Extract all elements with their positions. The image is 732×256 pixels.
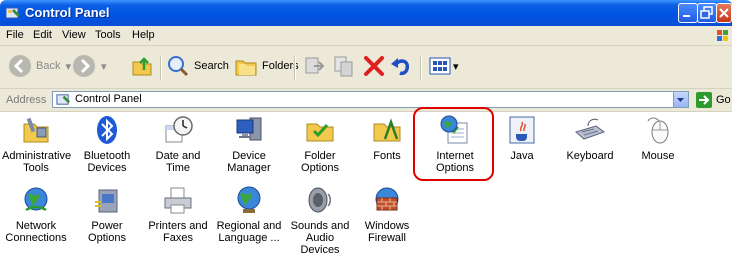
- folders-icon: [235, 60, 257, 76]
- item-mouse[interactable]: Mouse: [624, 114, 692, 162]
- back-dropdown-icon: ▾: [65, 60, 71, 73]
- delete-button[interactable]: [362, 54, 386, 78]
- item-label: Regional and Language ...: [216, 220, 282, 244]
- network-connections-icon: [24, 187, 48, 212]
- item-bluetooth-devices[interactable]: Bluetooth Devices: [73, 114, 141, 174]
- item-device-manager[interactable]: Device Manager: [215, 114, 283, 174]
- close-icon: [719, 8, 729, 18]
- menu-help[interactable]: Help: [132, 29, 155, 41]
- administrative-tools-icon: [23, 117, 49, 143]
- address-label: Address: [6, 94, 47, 106]
- back-label: Back: [36, 60, 61, 72]
- item-label: Network Connections: [5, 220, 67, 244]
- search-button[interactable]: Search: [166, 54, 229, 78]
- close-button[interactable]: [716, 3, 732, 23]
- views-dropdown-icon: ▾: [453, 60, 459, 73]
- folder-options-icon: [306, 123, 334, 142]
- item-sounds-and-audio-devices[interactable]: Sounds and Audio Devices: [286, 184, 354, 256]
- chevron-down-icon: [677, 98, 684, 102]
- folders-button[interactable]: Folders: [234, 54, 299, 78]
- item-label: Java: [510, 150, 534, 162]
- restore-icon: [700, 6, 713, 19]
- search-label: Search: [194, 60, 229, 72]
- regional-language-icon: [237, 186, 261, 213]
- item-label: Windows Firewall: [364, 220, 410, 244]
- item-label: Sounds and Audio Devices: [290, 220, 350, 256]
- windows-logo-icon: [717, 30, 728, 41]
- undo-button[interactable]: [388, 54, 412, 78]
- item-label: Printers and Faxes: [148, 220, 208, 244]
- item-printers-and-faxes[interactable]: Printers and Faxes: [144, 184, 212, 244]
- item-label: Mouse: [641, 150, 675, 162]
- up-folder-button[interactable]: [130, 54, 154, 78]
- java-icon: [509, 116, 535, 144]
- control-panel-small-icon: [56, 94, 71, 105]
- item-label: Date and Time: [155, 150, 201, 174]
- minimize-button[interactable]: [678, 3, 698, 23]
- move-to-icon: [305, 57, 325, 74]
- copy-to-button[interactable]: [332, 54, 356, 78]
- windows-firewall-icon: [375, 187, 399, 211]
- views-button[interactable]: ▾: [428, 54, 459, 78]
- toolbar: Back ▾ ▾ Search Folders ▾: [0, 46, 732, 89]
- address-field[interactable]: Control Panel: [52, 91, 689, 108]
- power-options-icon: [95, 189, 118, 213]
- address-value: Control Panel: [75, 93, 142, 105]
- item-label: Device Manager: [227, 150, 271, 174]
- fonts-icon: [373, 118, 401, 142]
- menu-file[interactable]: File: [6, 29, 24, 41]
- copy-to-icon: [334, 56, 353, 77]
- item-administrative-tools[interactable]: Administrative Tools: [2, 114, 72, 174]
- item-power-options[interactable]: Power Options: [73, 184, 141, 244]
- item-keyboard[interactable]: Keyboard: [556, 114, 624, 162]
- control-panel-items: Administrative Tools Bluetooth Devices D…: [0, 112, 732, 256]
- back-button[interactable]: Back ▾: [8, 54, 71, 78]
- menu-view[interactable]: View: [62, 29, 86, 41]
- item-network-connections[interactable]: Network Connections: [2, 184, 70, 244]
- device-manager-icon: [236, 117, 262, 141]
- up-folder-icon: [132, 57, 152, 76]
- item-date-and-time[interactable]: Date and Time: [144, 114, 212, 174]
- go-button[interactable]: Go: [696, 92, 731, 108]
- item-fonts[interactable]: Fonts: [353, 114, 421, 162]
- item-windows-firewall[interactable]: Windows Firewall: [353, 184, 421, 244]
- undo-icon: [391, 58, 410, 76]
- forward-dropdown-icon: ▾: [101, 60, 107, 73]
- title-bar: Control Panel: [0, 0, 732, 26]
- item-label: Administrative Tools: [2, 150, 72, 174]
- control-panel-icon: [5, 7, 20, 19]
- item-label: Power Options: [88, 220, 126, 244]
- window-title: Control Panel: [25, 5, 110, 20]
- item-folder-options[interactable]: Folder Options: [286, 114, 354, 174]
- mouse-icon: [647, 117, 669, 144]
- forward-button[interactable]: ▾: [72, 54, 107, 78]
- address-bar: Address Control Panel Go: [0, 89, 732, 112]
- back-arrow-icon: [9, 55, 31, 77]
- sounds-audio-icon: [308, 187, 331, 213]
- maximize-button[interactable]: [697, 3, 717, 23]
- minimize-icon: [683, 15, 690, 17]
- date-time-icon: [165, 116, 193, 143]
- item-label: Folder Options: [301, 150, 339, 174]
- menu-tools[interactable]: Tools: [95, 29, 121, 41]
- bluetooth-icon: [97, 116, 117, 144]
- go-arrow-icon: [696, 92, 712, 108]
- move-to-button[interactable]: [302, 54, 326, 78]
- item-label: Bluetooth Devices: [83, 150, 131, 174]
- views-icon: [429, 57, 451, 75]
- item-java[interactable]: Java: [488, 114, 556, 162]
- keyboard-icon: [574, 118, 606, 140]
- forward-arrow-icon: [73, 55, 95, 77]
- menu-bar: File Edit View Tools Help: [0, 26, 732, 46]
- search-icon: [168, 56, 189, 77]
- highlight-annotation: [413, 107, 494, 181]
- menu-edit[interactable]: Edit: [33, 29, 52, 41]
- printers-faxes-icon: [164, 187, 192, 214]
- item-regional-and-language[interactable]: Regional and Language ...: [215, 184, 283, 244]
- address-dropdown-button[interactable]: [673, 92, 688, 107]
- item-label: Keyboard: [566, 150, 614, 162]
- item-label: Fonts: [373, 150, 401, 162]
- go-label: Go: [716, 94, 731, 106]
- delete-icon: [364, 56, 384, 76]
